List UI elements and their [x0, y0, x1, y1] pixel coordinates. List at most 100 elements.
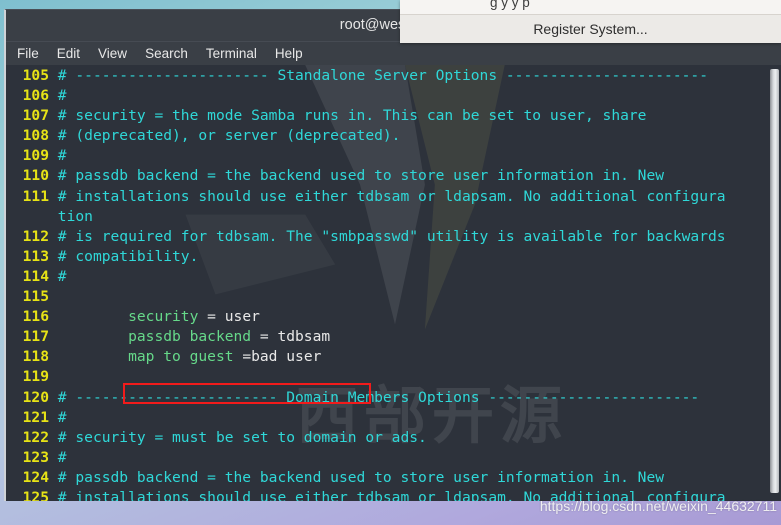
line-number: 120: [22, 388, 49, 406]
line-text-segment: # passdb backend = the backend used to s…: [57, 468, 665, 486]
gutter-gap: [49, 348, 58, 365]
gutter-gap: [49, 449, 58, 466]
menu-item-view[interactable]: View: [98, 46, 127, 61]
gutter-gap: [49, 107, 58, 124]
line-number: 121: [22, 408, 49, 426]
editor-line: 121 #: [7, 408, 767, 428]
editor-line: 119: [7, 367, 767, 387]
line-number: 116: [22, 308, 49, 326]
gutter-gap: [49, 328, 58, 345]
menu-item-terminal[interactable]: Terminal: [206, 46, 257, 61]
system-dropdown-menu[interactable]: g y y p Register System...: [400, 0, 781, 43]
editor-line: 110 # passdb backend = the backend used …: [7, 166, 767, 186]
gutter-gap: [49, 268, 58, 285]
line-text-segment: #: [57, 87, 67, 105]
line-number: 105: [22, 67, 49, 84]
line-number: 113: [22, 247, 49, 265]
line-number: 118: [22, 348, 49, 366]
gutter-gap: [49, 469, 58, 486]
line-text-segment: #: [57, 448, 67, 466]
gutter-gap: [49, 288, 58, 305]
line-number: 119: [22, 368, 49, 386]
line-number: 106: [22, 87, 49, 105]
menu-item-file[interactable]: File: [17, 46, 39, 61]
line-text-segment: tion: [57, 207, 93, 225]
editor-line: 116 security = user: [7, 307, 767, 327]
line-text-segment: # ----------------------- Domain Members…: [57, 388, 700, 406]
line-text-segment: # security = must be set to domain or ad…: [57, 428, 427, 446]
gutter-gap: [49, 489, 58, 501]
line-text-segment: #: [57, 408, 67, 426]
terminal-menubar: File Edit View Search Terminal Help: [6, 41, 781, 65]
line-number: 117: [22, 328, 49, 346]
terminal-window: root@westoslinu File Edit View Search Te…: [4, 9, 781, 501]
terminal-scrollbar[interactable]: [767, 65, 781, 501]
dropdown-clipped-row[interactable]: g y y p: [400, 0, 781, 14]
scrollbar-thumb[interactable]: [770, 69, 779, 493]
line-number: 115: [22, 288, 49, 306]
line-number: 107: [22, 107, 49, 125]
gutter-gap: [49, 409, 58, 426]
gutter-gap: [49, 368, 58, 385]
line-number: 124: [22, 468, 49, 486]
line-number: 111: [22, 187, 49, 205]
editor-line: 118 map to guest =bad user: [7, 347, 767, 367]
line-number: 108: [22, 127, 49, 145]
line-text-segment: #: [57, 147, 67, 165]
line-text-segment: # compatibility.: [57, 247, 199, 265]
editor-line: 117 passdb backend = tdbsam: [7, 327, 767, 347]
line-number: 123: [22, 448, 49, 466]
gutter-gap: [49, 208, 58, 225]
editor-line: 107 # security = the mode Samba runs in.…: [7, 106, 767, 126]
editor-line: 111 # installations should use either td…: [7, 187, 767, 207]
editor-line: 108 # (deprecated), or server (deprecate…: [7, 126, 767, 146]
editor-line: 115: [7, 287, 767, 307]
line-text-segment: # installations should use either tdbsam…: [57, 187, 726, 205]
line-text-segment: # ---------------------- Standalone Serv…: [57, 67, 708, 84]
line-text-segment: # (deprecated), or server (deprecated).: [57, 127, 401, 145]
editor-line: 122 # security = must be set to domain o…: [7, 428, 767, 448]
line-text-segment: #: [57, 267, 67, 285]
line-text-segment: = user: [198, 308, 260, 326]
terminal-body[interactable]: 西部开源 105 # ---------------------- Standa…: [6, 65, 781, 501]
editor-line: 123 #: [7, 448, 767, 468]
gutter-gap: [49, 228, 58, 245]
gutter-gap: [49, 147, 58, 164]
desktop-background: root@westoslinu File Edit View Search Te…: [0, 0, 781, 525]
editor-line: tion: [7, 207, 767, 227]
editor-line: 112 # is required for tdbsam. The "smbpa…: [7, 227, 767, 247]
gutter-gap: [49, 389, 58, 406]
line-text-segment: passdb backend: [57, 328, 252, 346]
menu-item-help[interactable]: Help: [275, 46, 303, 61]
line-text-segment: # security = the mode Samba runs in. Thi…: [57, 107, 647, 125]
vim-text-area[interactable]: 105 # ---------------------- Standalone …: [6, 65, 767, 501]
line-text-segment: # passdb backend = the backend used to s…: [57, 167, 665, 185]
dropdown-clipped-label: g y y p: [490, 0, 530, 10]
line-number: 112: [22, 227, 49, 245]
dropdown-item-register-system[interactable]: Register System...: [400, 15, 781, 43]
gutter-gap: [49, 127, 58, 144]
line-number: 114: [22, 267, 49, 285]
gutter-gap: [49, 429, 58, 446]
menu-item-edit[interactable]: Edit: [57, 46, 80, 61]
line-number: 110: [22, 167, 49, 185]
editor-line: 113 # compatibility.: [7, 247, 767, 267]
line-number: 109: [22, 147, 49, 165]
line-text-segment: security: [57, 308, 199, 326]
editor-line: 124 # passdb backend = the backend used …: [7, 468, 767, 488]
line-number: 125: [22, 488, 49, 501]
menu-item-search[interactable]: Search: [145, 46, 188, 61]
editor-line: 105 # ---------------------- Standalone …: [7, 66, 767, 86]
gutter-gap: [49, 87, 58, 104]
line-text-segment: map to guest: [57, 348, 234, 366]
csdn-watermark-url: https://blog.csdn.net/weixin_44632711: [539, 498, 777, 514]
gutter-gap: [49, 67, 58, 84]
line-number: 122: [22, 428, 49, 446]
line-text-segment: # is required for tdbsam. The "smbpasswd…: [57, 227, 726, 245]
gutter-gap: [49, 167, 58, 184]
editor-line: 109 #: [7, 146, 767, 166]
gutter-gap: [49, 188, 58, 205]
gutter-gap: [49, 248, 58, 265]
line-text-segment: = tdbsam: [251, 328, 331, 346]
gutter-gap: [49, 308, 58, 325]
